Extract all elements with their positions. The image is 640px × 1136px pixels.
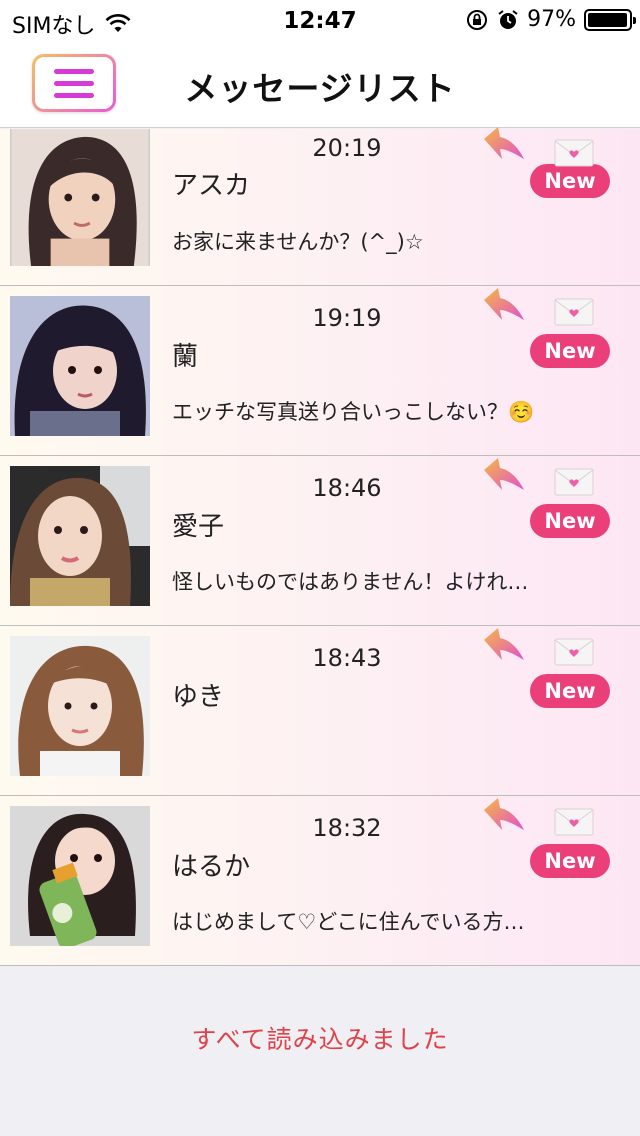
message-preview: お家に来ませんか？(^_)☆ — [172, 230, 424, 254]
message-preview: はじめまして♡どこに住んでいる方… — [172, 910, 525, 934]
message-time: 19:19 — [312, 304, 382, 332]
heart-envelope-icon — [554, 638, 594, 666]
new-badge: New — [530, 504, 610, 538]
message-time: 18:32 — [312, 814, 382, 842]
message-list-item[interactable]: 19:19 蘭 エッチな写真送り合いっこしない？☺️ New — [0, 286, 640, 456]
status-right: 97% — [465, 7, 636, 32]
message-list-item[interactable]: 18:46 愛子 怪しいものではありません！よけれ… New — [0, 456, 640, 626]
battery-level-fill — [588, 12, 627, 27]
status-bar: SIMなし 12:47 97% — [0, 0, 640, 40]
reply-arrow-icon — [478, 626, 528, 668]
new-badge: New — [530, 844, 610, 878]
reply-arrow-icon — [478, 456, 528, 498]
heart-envelope-icon — [554, 298, 594, 326]
message-list-item[interactable]: 20:19 アスカ お家に来ませんか？(^_)☆ New — [0, 127, 640, 286]
nav-bar: メッセージリスト — [0, 40, 640, 128]
orientation-lock-icon — [465, 8, 489, 32]
new-badge: New — [530, 164, 610, 198]
alarm-icon — [497, 9, 519, 31]
avatar — [10, 806, 150, 946]
heart-envelope-icon — [554, 468, 594, 496]
reply-arrow-icon — [478, 286, 528, 328]
new-badge: New — [530, 334, 610, 368]
message-list-item[interactable]: 18:32 はるか はじめまして♡どこに住んでいる方… New — [0, 796, 640, 966]
battery-percent: 97% — [527, 7, 576, 32]
heart-envelope-icon — [554, 808, 594, 836]
reply-arrow-icon — [478, 125, 528, 167]
sender-name: 愛子 — [172, 512, 225, 542]
sender-name: ゆき — [172, 682, 225, 712]
load-complete-text: すべて読み込みました — [191, 1025, 449, 1054]
new-badge: New — [530, 674, 610, 708]
message-list-item[interactable]: 18:43 ゆき New — [0, 626, 640, 796]
page-title: メッセージリスト — [184, 69, 456, 108]
message-preview: 怪しいものではありません！よけれ… — [172, 570, 529, 594]
avatar — [10, 296, 150, 436]
message-time: 18:43 — [312, 644, 382, 672]
message-list: 20:19 アスカ お家に来ませんか？(^_)☆ New 19:19 蘭 エッチ… — [0, 127, 640, 966]
avatar — [10, 466, 150, 606]
sender-name: はるか — [172, 852, 251, 882]
message-time: 20:19 — [312, 134, 382, 162]
battery-icon — [584, 8, 636, 31]
sender-name: アスカ — [172, 171, 251, 201]
reply-arrow-icon — [478, 796, 528, 838]
avatar — [10, 636, 150, 776]
heart-envelope-icon — [554, 139, 594, 167]
message-preview: エッチな写真送り合いっこしない？☺️ — [172, 400, 535, 424]
avatar — [10, 129, 150, 266]
sender-name: 蘭 — [172, 342, 199, 372]
message-time: 18:46 — [312, 474, 382, 502]
